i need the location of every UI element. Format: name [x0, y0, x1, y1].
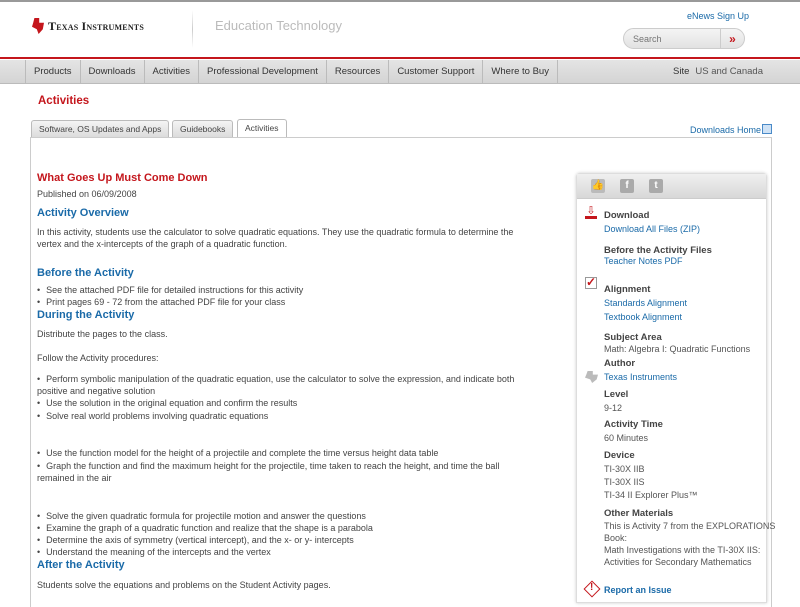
- checkbox-icon: ✓: [585, 275, 597, 289]
- device-heading: Device: [604, 450, 635, 461]
- list-item-cont: positive and negative solution: [37, 386, 156, 396]
- during-heading: During the Activity: [37, 309, 135, 321]
- after-heading: After the Activity: [37, 559, 125, 571]
- enews-signup-link[interactable]: eNews Sign Up: [687, 11, 749, 21]
- author-link[interactable]: Texas Instruments: [604, 372, 677, 382]
- nav-resources[interactable]: Resources: [327, 60, 390, 84]
- list-item: See the attached PDF file for detailed i…: [37, 285, 303, 295]
- search-go-button[interactable]: »: [720, 29, 744, 48]
- other-materials-heading: Other Materials: [604, 508, 674, 519]
- overview-text: In this activity, students use the calcu…: [37, 227, 514, 237]
- report-issue-link[interactable]: Report an Issue: [604, 585, 672, 595]
- alignment-heading: Alignment: [604, 284, 651, 295]
- list-item: Solve the given quadratic formula for pr…: [37, 511, 366, 521]
- device-value: TI-30X IIS: [604, 477, 645, 487]
- social-bar: 👍 f t: [577, 174, 766, 199]
- before-heading: Before the Activity: [37, 267, 134, 279]
- nav-customer-support[interactable]: Customer Support: [389, 60, 484, 84]
- level-heading: Level: [604, 389, 629, 400]
- brand-name: Texas Instruments: [48, 18, 144, 33]
- other-materials-text: Math Investigations with the TI-30X IIS:: [604, 545, 761, 555]
- list-item-cont: remained in the air: [37, 473, 112, 483]
- home-icon[interactable]: [762, 124, 772, 134]
- tab-software[interactable]: Software, OS Updates and Apps: [31, 120, 170, 137]
- like-icon[interactable]: 👍: [591, 179, 605, 193]
- nav-downloads[interactable]: Downloads: [81, 60, 145, 84]
- time-heading: Activity Time: [604, 419, 663, 430]
- nav-professional-development[interactable]: Professional Development: [199, 60, 327, 84]
- during-text: Follow the Activity procedures:: [37, 353, 159, 363]
- warning-mark: !: [590, 582, 594, 593]
- list-item: Understand the meaning of the intercepts…: [37, 547, 271, 557]
- section-title: Education Technology: [215, 18, 342, 33]
- activity-title: What Goes Up Must Come Down: [37, 172, 208, 184]
- page-title: Activities: [38, 95, 90, 107]
- twitter-icon[interactable]: t: [649, 179, 663, 193]
- ti-author-icon: [585, 371, 598, 383]
- tab-activities[interactable]: Activities: [237, 119, 287, 137]
- before-files-heading: Before the Activity Files: [604, 245, 712, 256]
- author-heading: Author: [604, 358, 636, 369]
- other-materials-text: This is Activity 7 from the EXPLORATIONS: [604, 521, 776, 531]
- time-value: 60 Minutes: [604, 433, 649, 443]
- list-item: Use the function model for the height of…: [37, 448, 438, 458]
- textbook-alignment-link[interactable]: Textbook Alignment: [604, 312, 682, 322]
- activity-sidebar: 👍 f t ⇩ Download Download All Files (ZIP…: [576, 173, 775, 603]
- list-item: Graph the function and find the maximum …: [37, 461, 499, 471]
- list-item: Perform symbolic manipulation of the qua…: [37, 374, 514, 384]
- subject-heading: Subject Area: [604, 332, 662, 343]
- teacher-notes-link[interactable]: Teacher Notes PDF: [604, 256, 683, 266]
- tab-guidebooks[interactable]: Guidebooks: [172, 120, 234, 137]
- facebook-icon[interactable]: f: [620, 179, 634, 193]
- list-item: Use the solution in the original equatio…: [37, 398, 297, 408]
- list-item: Solve real world problems involving quad…: [37, 411, 268, 421]
- subject-value: Math: Algebra I: Quadratic Functions: [604, 344, 751, 354]
- list-item: Print pages 69 - 72 from the attached PD…: [37, 297, 285, 307]
- other-materials-text: Activities for Secondary Mathematics: [604, 557, 752, 567]
- list-item: Determine the axis of symmetry (vertical…: [37, 535, 354, 545]
- device-value: TI-30X IIB: [604, 464, 645, 474]
- other-materials-text: Book:: [604, 533, 628, 543]
- ti-logo-icon: [32, 18, 44, 34]
- ti-logo[interactable]: Texas Instruments: [32, 18, 144, 34]
- downloads-home-link[interactable]: Downloads Home: [690, 125, 761, 135]
- nav-where-to-buy[interactable]: Where to Buy: [483, 60, 558, 84]
- nav-products[interactable]: Products: [26, 60, 81, 84]
- main-nav: Products Downloads Activities Profession…: [0, 60, 800, 84]
- standards-alignment-link[interactable]: Standards Alignment: [604, 298, 687, 308]
- top-border: [0, 0, 800, 2]
- search-box: »: [623, 28, 745, 49]
- nav-activities[interactable]: Activities: [145, 60, 199, 84]
- download-icon: ⇩: [585, 205, 597, 219]
- download-all-link[interactable]: Download All Files (ZIP): [604, 224, 700, 234]
- published-date: Published on 06/09/2008: [37, 189, 137, 199]
- overview-heading: Activity Overview: [37, 207, 129, 219]
- site-label: Site: [673, 66, 690, 77]
- device-value: TI-34 II Explorer Plus™: [604, 490, 698, 500]
- divider: [192, 10, 193, 48]
- site-selector[interactable]: Site US and Canada: [673, 66, 763, 77]
- search-input[interactable]: [624, 29, 720, 48]
- during-text: Distribute the pages to the class.: [37, 329, 168, 339]
- download-heading: Download: [604, 210, 650, 221]
- overview-text: vertex and the x-intercepts of the graph…: [37, 239, 288, 249]
- after-text: Students solve the equations and problem…: [37, 580, 331, 590]
- site-value: US and Canada: [695, 66, 763, 77]
- level-value: 9-12: [604, 403, 623, 413]
- header-rule: [0, 57, 800, 59]
- list-item: Examine the graph of a quadratic functio…: [37, 523, 373, 533]
